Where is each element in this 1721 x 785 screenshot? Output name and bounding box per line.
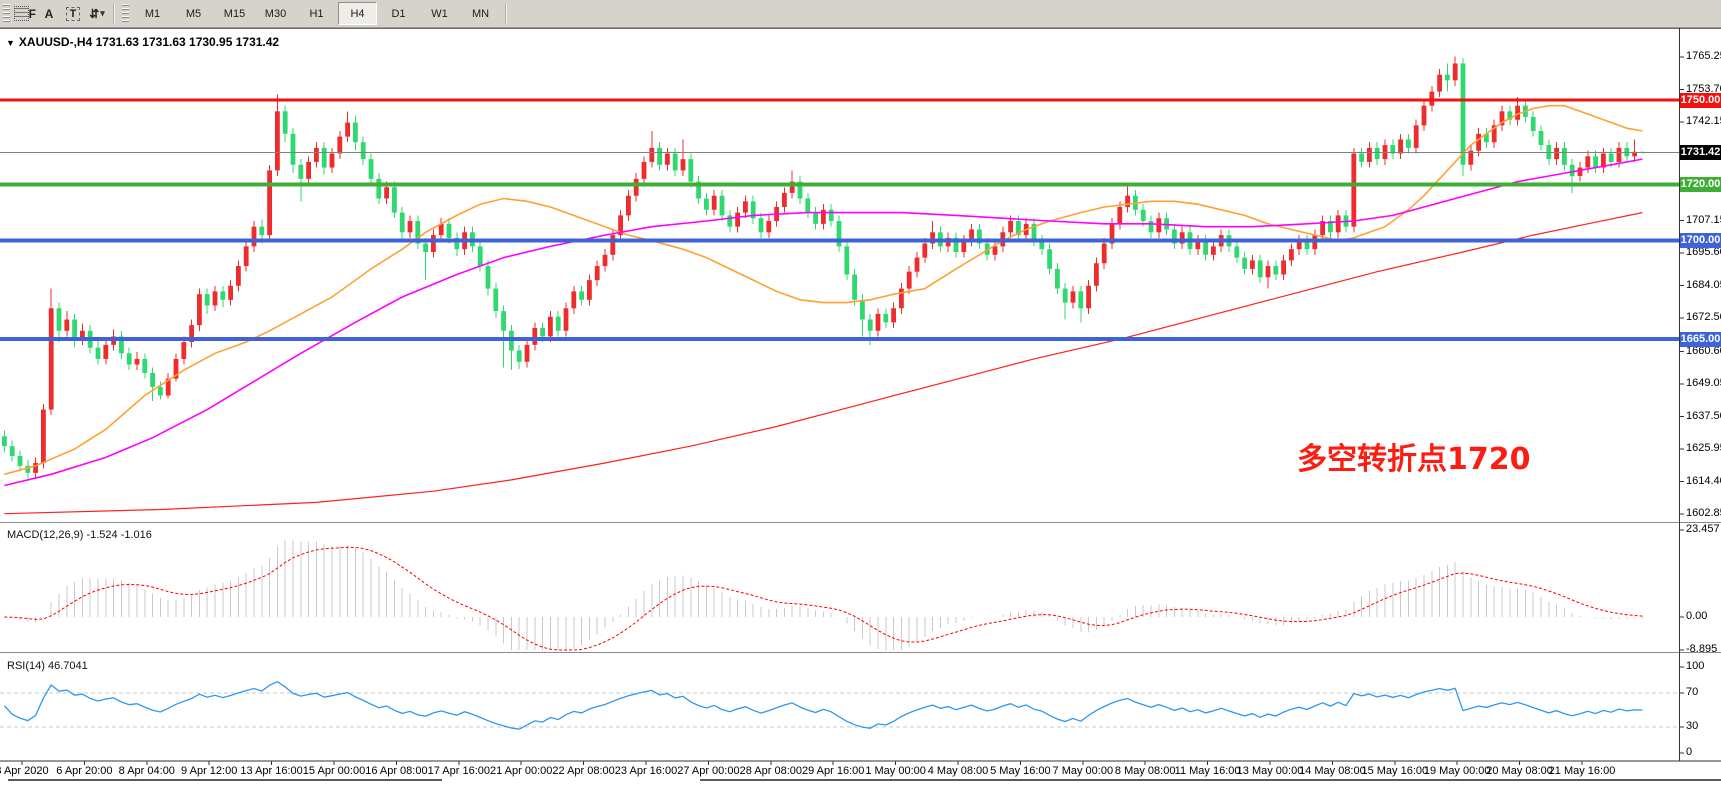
- price-axis-tick: 1637.50: [1686, 410, 1721, 422]
- price-level-badge-1750.00: 1750.00: [1680, 93, 1721, 108]
- minimized-subwindow-strip-2[interactable]: [700, 779, 1721, 785]
- price-axis-tick: 1684.05: [1686, 279, 1721, 291]
- macd-axis-tick: -8.895: [1686, 643, 1717, 655]
- current-price-badge: 1731.42: [1680, 145, 1721, 160]
- rsi-axis-tick: 30: [1686, 720, 1698, 732]
- price-axis-tick: 1625.95: [1686, 442, 1721, 454]
- rsi-indicator-label: RSI(14) 46.7041: [7, 660, 88, 672]
- price-axis-tick: 1649.05: [1686, 377, 1721, 389]
- macd-indicator-label: MACD(12,26,9) -1.524 -1.016: [7, 529, 152, 541]
- rsi-axis-tick: 100: [1686, 660, 1704, 672]
- price-level-badge-1720.00: 1720.00: [1680, 177, 1721, 192]
- price-axis-tick: 1707.15: [1686, 214, 1721, 226]
- price-axis-tick: 1602.85: [1686, 507, 1721, 519]
- price-level-badge-1665.00: 1665.00: [1680, 332, 1721, 347]
- price-axis-tick: 1765.25: [1686, 50, 1721, 62]
- mt4-window: F A T ⇵▾ M1M5M15M30H1H4D1W1MN ▼XAUUSD-,H…: [0, 0, 1721, 785]
- rsi-axis-tick: 70: [1686, 686, 1698, 698]
- collapse-triangle-icon[interactable]: ▼: [6, 38, 15, 48]
- macd-axis-tick: 0.00: [1686, 610, 1707, 622]
- macd-axis-tick: 23.457: [1686, 523, 1720, 535]
- rsi-axis-tick: 0: [1686, 746, 1692, 758]
- price-axis-tick: 1742.15: [1686, 115, 1721, 127]
- price-level-badge-1700.00: 1700.00: [1680, 233, 1721, 248]
- minimized-subwindow-strip[interactable]: [8, 779, 442, 785]
- chart-annotation-text: 多空转折点1720: [1297, 434, 1531, 478]
- price-axis-tick: 1672.50: [1686, 311, 1721, 323]
- price-axis-tick: 1614.40: [1686, 475, 1721, 487]
- chart-canvas[interactable]: [0, 0, 1721, 785]
- symbol-ohlc-title: ▼XAUUSD-,H4 1731.63 1731.63 1730.95 1731…: [6, 35, 279, 49]
